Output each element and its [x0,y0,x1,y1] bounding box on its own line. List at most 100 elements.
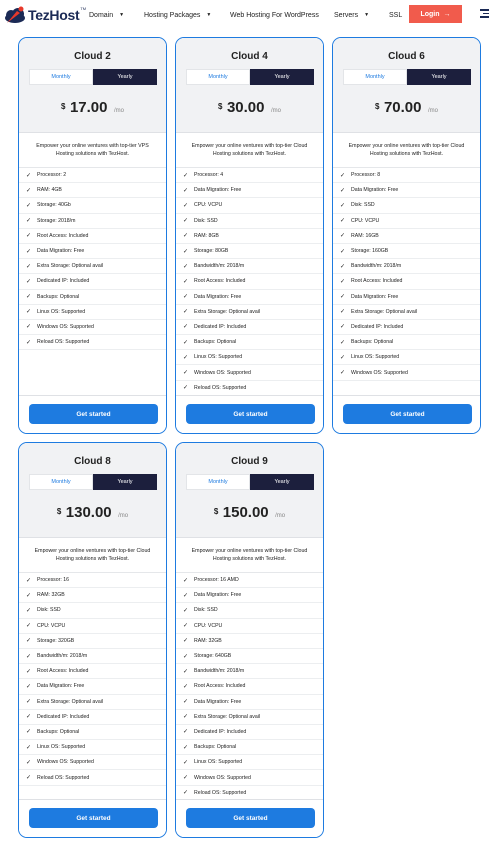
feature-label: Storage: 2018/m [37,217,76,224]
feature-label: Dedicated IP: Included [351,323,404,330]
checkmark-icon: ✓ [183,248,189,255]
monthly-toggle[interactable]: Monthly [186,69,250,85]
nav-web-hosting-wordpress[interactable]: Web Hosting For WordPress [230,0,319,30]
feature-item: ✓ Reload OS: Supported [19,770,166,786]
checkmark-icon: ✓ [183,714,189,721]
checkmark-icon: ✓ [340,309,346,316]
checkmark-icon: ✓ [183,592,189,599]
feature-item: ✓ RAM: 8GB [176,229,323,244]
checkmark-icon: ✓ [183,370,189,377]
feature-item: ✓ CPU: VCPU [176,619,323,634]
checkmark-icon: ✓ [183,775,189,782]
yearly-toggle[interactable]: Yearly [93,474,157,490]
feature-label: Data Migration: Free [194,293,242,300]
feature-item: ✓ Root Access: Included [19,229,166,244]
feature-label: Processor: 4 [194,172,224,179]
site-header: TezHost TM Domain ▼ Hosting Packages ▼ W… [0,0,502,30]
yearly-toggle[interactable]: Yearly [93,69,157,85]
plan-card-cloud-2: Cloud 2 Monthly Yearly $ 17.00 /mo Empow… [18,37,167,434]
plan-card-cloud-6: Cloud 6 Monthly Yearly $ 70.00 /mo Empow… [332,37,481,434]
nav-domain[interactable]: Domain ▼ [89,0,124,30]
monthly-toggle[interactable]: Monthly [186,474,250,490]
price-period: /mo [118,513,129,519]
checkmark-icon: ✓ [26,729,32,736]
plan-description: Empower your online ventures with top-ti… [34,548,151,562]
plan-card-cloud-8: Cloud 8 Monthly Yearly $ 130.00 /mo Empo… [18,442,167,838]
feature-item: ✓ Backups: Optional [333,335,480,351]
monthly-toggle[interactable]: Monthly [343,69,407,85]
feature-label: Windows OS: Supported [194,774,251,781]
checkmark-icon: ✓ [26,339,32,346]
chevron-down-icon: ▼ [206,12,212,18]
yearly-toggle[interactable]: Yearly [250,474,314,490]
get-started-button[interactable]: Get started [29,808,158,828]
checkmark-icon: ✓ [183,385,189,392]
checkmark-icon: ✓ [183,729,189,736]
feature-label: Bandwidth/m: 2018/m [37,653,88,660]
hamburger-menu-icon[interactable] [480,9,489,19]
checkmark-icon: ✓ [26,294,32,301]
login-button[interactable]: Login → [409,5,462,23]
plan-price: $ 150.00 /mo [176,504,323,522]
feature-item: ✓ Data Migration: Free [176,695,323,710]
feature-item: ✓ Storage: 640GB [176,649,323,665]
feature-item: ✓ Data Migration: Free [19,679,166,695]
monthly-toggle[interactable]: Monthly [29,474,93,490]
feature-item: ✓ Linux OS: Supported [176,350,323,366]
plan-name: Cloud 4 [231,51,268,62]
nav-servers[interactable]: Servers ▼ [334,0,369,30]
get-started-button[interactable]: Get started [343,404,472,424]
checkmark-icon: ✓ [26,699,32,706]
monthly-toggle[interactable]: Monthly [29,69,93,85]
checkmark-icon: ✓ [183,294,189,301]
feature-label: Backups: Optional [194,339,237,346]
plan-name: Cloud 2 [74,51,111,62]
feature-item: ✓ Backups: Optional [19,290,166,305]
nav-ssl-label: SSL [389,11,403,19]
plan-footer: Get started [176,395,323,433]
feature-item: ✓ Bandwidth/m: 2018/m [176,259,323,275]
feature-label: Dedicated IP: Included [37,278,90,285]
checkmark-icon: ✓ [26,309,32,316]
feature-item: ✓ Storage: 40Gb [19,198,166,214]
yearly-toggle[interactable]: Yearly [250,69,314,85]
nav-ssl[interactable]: SSL [389,0,402,30]
currency-symbol: $ [375,102,380,111]
plan-header: Cloud 9 Monthly Yearly $ 150.00 /mo [176,443,323,538]
feature-item: ✓ Reload OS: Supported [19,335,166,351]
price-period: /mo [113,108,124,114]
feature-item: ✓ Dedicated IP: Included [19,274,166,290]
plan-price: $ 17.00 /mo [19,99,166,117]
feature-label: RAM: 4GB [37,187,62,194]
checkmark-icon: ✓ [183,668,189,675]
checkmark-icon: ✓ [26,577,32,584]
feature-label: Dedicated IP: Included [194,728,247,735]
nav-hosting-packages[interactable]: Hosting Packages ▼ [144,0,211,30]
feature-label: Reload OS: Supported [37,774,90,781]
chevron-down-icon: ▼ [119,12,125,18]
yearly-toggle[interactable]: Yearly [407,69,471,85]
feature-item: ✓ Extra Storage: Optional avail [19,695,166,710]
checkmark-icon: ✓ [183,339,189,346]
feature-label: RAM: 8GB [194,232,219,239]
tezhost-logo[interactable]: TezHost TM [3,4,86,26]
price-amount: 30.00 [226,99,265,116]
feature-label: Backups: Optional [37,293,80,300]
currency-symbol: $ [56,507,62,516]
get-started-button[interactable]: Get started [186,808,315,828]
feature-item: ✓ Processor: 16 AMD [176,573,323,589]
feature-item: ✓ Extra Storage: Optional avail [333,305,480,320]
checkmark-icon: ✓ [183,759,189,766]
feature-item: ✓ Disk: SSD [176,603,323,619]
billing-toggle: Monthly Yearly [186,69,314,85]
feature-list: ✓ Processor: 2 ✓ RAM: 4GB ✓ Storage: 40Gb ✓ Sto… [19,167,166,351]
checkmark-icon: ✓ [183,653,189,660]
checkmark-icon: ✓ [26,248,32,255]
plan-description: Empower your online ventures with top-ti… [36,143,149,157]
feature-label: Windows OS: Supported [351,369,408,376]
get-started-button[interactable]: Get started [29,404,158,424]
checkmark-icon: ✓ [340,370,346,377]
get-started-button[interactable]: Get started [186,404,315,424]
feature-label: Data Migration: Free [351,293,399,300]
feature-item: ✓ Data Migration: Free [176,183,323,199]
